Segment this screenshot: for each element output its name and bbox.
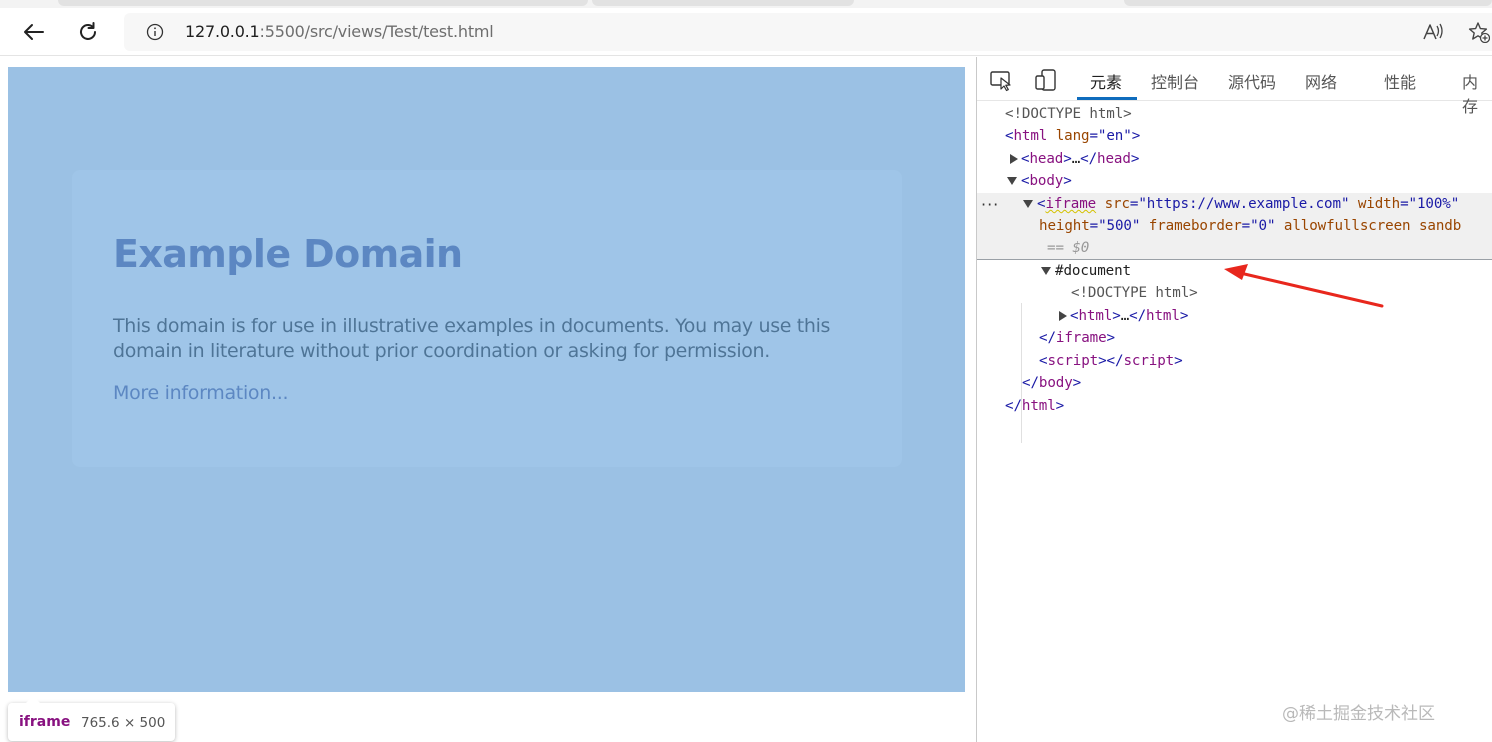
- head-collapsed: …: [1071, 151, 1081, 167]
- html-tag-name: html: [1013, 128, 1048, 144]
- device-toolbar-icon[interactable]: [1033, 68, 1059, 92]
- frameborder-attr: frameborder: [1148, 218, 1242, 234]
- url-host: 127.0.0.1: [185, 22, 260, 41]
- devtools-tabbar: 元素 控制台 源代码 网络 性能 内存: [977, 57, 1492, 116]
- dom-iframe-attrs-cont[interactable]: height="500" frameborder="0" allowfullsc…: [1039, 215, 1461, 237]
- info-circle-icon[interactable]: [146, 23, 164, 41]
- tab-network[interactable]: 网络: [1305, 69, 1337, 93]
- body-tag-name: body: [1029, 173, 1064, 189]
- page-viewport: Example Domain This domain is for use in…: [0, 57, 976, 742]
- watermark-text: @稀土掘金技术社区: [1282, 704, 1435, 724]
- more-information-link[interactable]: More information...: [113, 382, 289, 404]
- tooltip-tag-name: iframe: [19, 714, 71, 730]
- collapse-triangle-icon[interactable]: [1041, 267, 1051, 275]
- head-tag-name: head: [1029, 151, 1064, 167]
- collapse-triangle-icon[interactable]: [1007, 177, 1017, 185]
- page-paragraph: This domain is for use in illustrative e…: [113, 315, 831, 362]
- inner-html-collapsed: …: [1120, 308, 1130, 324]
- node-actions-ellipsis[interactable]: ···: [981, 195, 999, 214]
- expand-triangle-icon[interactable]: [1059, 311, 1067, 321]
- dom-script[interactable]: <script></script>: [1039, 350, 1183, 372]
- iframe-element[interactable]: Example Domain This domain is for use in…: [8, 67, 965, 692]
- frameborder-value: "0": [1250, 218, 1276, 234]
- inner-html-tag: html: [1078, 308, 1113, 324]
- reload-button[interactable]: [72, 16, 104, 48]
- browser-tab[interactable]: [592, 0, 854, 6]
- width-value: "100%": [1408, 196, 1460, 212]
- browser-toolbar: 127.0.0.1:5500/src/views/Test/test.html: [0, 8, 1492, 56]
- sandbox-attr-partial: sandb: [1418, 218, 1462, 234]
- dom-inner-doctype[interactable]: <!DOCTYPE html>: [1071, 282, 1198, 304]
- dom-iframe-close[interactable]: </iframe>: [1039, 327, 1115, 349]
- doctype-text: <!DOCTYPE html>: [1005, 106, 1132, 122]
- dom-inner-html[interactable]: <html>…</html>: [1059, 305, 1188, 327]
- inspect-tooltip: iframe 765.6 × 500: [8, 696, 175, 741]
- refresh-icon: [80, 22, 96, 40]
- document-node-label: #document: [1055, 263, 1131, 279]
- inner-html-close-tag: html: [1146, 308, 1180, 324]
- expand-triangle-icon[interactable]: [1010, 154, 1018, 164]
- back-button[interactable]: [17, 16, 49, 48]
- dom-head[interactable]: <head>…</head>: [1010, 148, 1139, 170]
- lang-value: "en": [1097, 128, 1132, 144]
- script-close-tag: script: [1123, 353, 1175, 369]
- tab-elements[interactable]: 元素: [1090, 69, 1122, 93]
- iframe-close-tag: iframe: [1055, 330, 1107, 346]
- dom-document-node[interactable]: #document: [1041, 260, 1131, 282]
- allowfullscreen-attr: allowfullscreen: [1283, 218, 1411, 234]
- example-card: Example Domain This domain is for use in…: [72, 170, 902, 467]
- url-text[interactable]: 127.0.0.1:5500/src/views/Test/test.html: [185, 22, 494, 41]
- src-attr: src: [1104, 196, 1130, 212]
- width-attr: width: [1357, 196, 1401, 212]
- dom-body-open[interactable]: <body>: [1007, 170, 1072, 192]
- dom-selected-marker: == $0: [1047, 237, 1089, 259]
- dom-iframe-open[interactable]: <iframe src="https://www.example.com" wi…: [1023, 193, 1459, 215]
- inner-doctype-text: <!DOCTYPE html>: [1071, 285, 1198, 301]
- iframe-tag-name: iframe: [1045, 196, 1097, 212]
- dom-doctype[interactable]: <!DOCTYPE html>: [1005, 103, 1132, 125]
- page-title: Example Domain: [113, 232, 463, 276]
- devtools-panel: 元素 控制台 源代码 网络 性能 内存 ··· <!DOCTYPE html> …: [976, 57, 1492, 742]
- head-close-tag: head: [1097, 151, 1131, 167]
- address-bar[interactable]: 127.0.0.1:5500/src/views/Test/test.html: [124, 13, 1492, 51]
- dom-tree: ··· <!DOCTYPE html> <html lang="en"> <he…: [977, 103, 1492, 723]
- html-close-tag: html: [1021, 398, 1056, 414]
- active-tab-indicator: [1077, 97, 1137, 100]
- url-path: :5500/src/views/Test/test.html: [259, 22, 494, 41]
- tab-strip: [0, 0, 1492, 8]
- red-arrow-annotation: [1224, 264, 1384, 308]
- tab-performance[interactable]: 性能: [1384, 69, 1416, 93]
- collapse-triangle-icon[interactable]: [1023, 200, 1033, 208]
- tab-console[interactable]: 控制台: [1151, 69, 1199, 93]
- tooltip-dimensions: 765.6 × 500: [81, 715, 166, 731]
- browser-tab[interactable]: [1124, 0, 1492, 6]
- arrow-left-icon: [24, 24, 44, 40]
- src-value[interactable]: "https://www.example.com": [1138, 196, 1349, 212]
- dom-body-close[interactable]: </body>: [1022, 372, 1081, 394]
- body-close-tag: body: [1038, 375, 1073, 391]
- script-tag-name: script: [1047, 353, 1099, 369]
- inspect-element-icon[interactable]: [989, 68, 1015, 92]
- dollar-zero-marker: == $0: [1047, 240, 1090, 256]
- tab-sources[interactable]: 源代码: [1228, 69, 1276, 93]
- read-aloud-icon[interactable]: [1422, 22, 1444, 42]
- browser-tab[interactable]: [58, 0, 588, 6]
- dom-html-open[interactable]: <html lang="en">: [1005, 125, 1140, 147]
- star-plus-icon[interactable]: [1468, 21, 1490, 43]
- lang-attr: lang: [1055, 128, 1090, 144]
- height-attr: height: [1039, 218, 1090, 234]
- height-value: "500": [1098, 218, 1141, 234]
- dom-html-close[interactable]: </html>: [1005, 395, 1064, 417]
